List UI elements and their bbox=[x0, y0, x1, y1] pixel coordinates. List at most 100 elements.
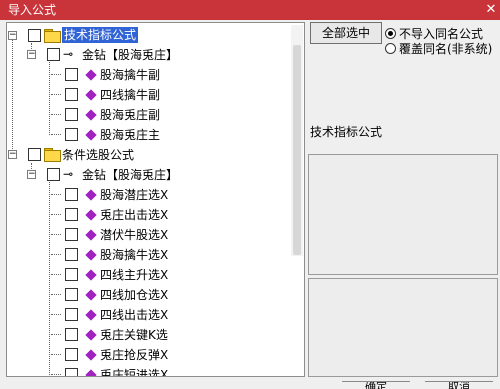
tree-leaf-label[interactable]: 股海潜庄选X bbox=[100, 187, 168, 203]
formula-type-label: 技术指标公式 bbox=[310, 125, 383, 139]
radio-label: 覆盖同名(非系统) bbox=[399, 42, 493, 56]
tree-leaf[interactable]: 四线加仓选X bbox=[7, 285, 292, 305]
import-formula-dialog: 导入公式 ✕ − 技术指标公式 − ⊸ 金钻【股海兎庄】 股海擒牛副 四线擒牛副… bbox=[0, 0, 500, 389]
tree-connector bbox=[51, 294, 61, 295]
tree-scrollbar[interactable] bbox=[291, 25, 303, 256]
collapse-icon[interactable]: − bbox=[8, 150, 17, 159]
formula-icon bbox=[85, 369, 97, 376]
tree-leaf[interactable]: 兎庄短进选X bbox=[7, 365, 292, 376]
preview-box bbox=[308, 278, 498, 377]
tree-leaf[interactable]: 四线擒牛副 bbox=[7, 85, 292, 105]
tree-leaf-label[interactable]: 兎庄出击选X bbox=[100, 207, 168, 223]
title-bar: 导入公式 bbox=[0, 0, 500, 20]
tree-checkbox[interactable] bbox=[65, 248, 78, 261]
tree-connector bbox=[51, 134, 61, 135]
close-icon: ✕ bbox=[485, 2, 497, 17]
tree-connector bbox=[51, 114, 61, 115]
tree-node-group[interactable]: − ⊸ 金钻【股海兎庄】 bbox=[7, 165, 292, 185]
formula-icon bbox=[85, 189, 97, 201]
radio-button-selected[interactable] bbox=[385, 28, 396, 39]
formula-icon bbox=[85, 209, 97, 221]
tree-checkbox[interactable] bbox=[47, 168, 60, 181]
tree-checkbox[interactable] bbox=[65, 308, 78, 321]
tree-leaf-label[interactable]: 兎庄抢反弹X bbox=[100, 347, 168, 363]
tree-leaf[interactable]: 股海兎庄副 bbox=[7, 105, 292, 125]
tree-connector bbox=[51, 334, 61, 335]
tree-checkbox[interactable] bbox=[65, 288, 78, 301]
tree-leaf[interactable]: 四线主升选X bbox=[7, 265, 292, 285]
tree-node-label[interactable]: 金钻【股海兎庄】 bbox=[82, 167, 178, 183]
tree-leaf-label[interactable]: 潜伏牛股选X bbox=[100, 227, 168, 243]
formula-icon bbox=[85, 129, 97, 141]
tree-leaf-label[interactable]: 兎庄短进选X bbox=[100, 367, 168, 376]
tree-checkbox[interactable] bbox=[47, 48, 60, 61]
tree-leaf-label[interactable]: 四线主升选X bbox=[100, 267, 168, 283]
tree-leaf[interactable]: 兎庄关键K选 bbox=[7, 325, 292, 345]
tree-leaf[interactable]: 股海擒牛副 bbox=[7, 65, 292, 85]
collapse-icon[interactable]: − bbox=[8, 31, 17, 40]
tree-node-label[interactable]: 技术指标公式 bbox=[62, 27, 139, 43]
tree-leaf-label[interactable]: 兎庄关键K选 bbox=[100, 327, 168, 343]
key-icon: ⊸ bbox=[63, 167, 74, 181]
tree-node-group[interactable]: − ⊸ 金钻【股海兎庄】 bbox=[7, 45, 292, 65]
tree-connector bbox=[51, 94, 61, 95]
tree-node-screening-formulas[interactable]: − 条件选股公式 bbox=[7, 145, 292, 165]
tree-leaf[interactable]: 四线出击选X bbox=[7, 305, 292, 325]
tree-checkbox[interactable] bbox=[65, 368, 78, 376]
tree-leaf[interactable]: 股海兎庄主 bbox=[7, 125, 292, 145]
tree-leaf[interactable]: 潜伏牛股选X bbox=[7, 225, 292, 245]
tree-leaf-label[interactable]: 股海兎庄主 bbox=[100, 127, 160, 143]
ok-button[interactable]: 确定 bbox=[342, 381, 410, 389]
tree-leaf-label[interactable]: 股海擒牛选X bbox=[100, 247, 168, 263]
tree-checkbox[interactable] bbox=[28, 29, 41, 42]
tree-node-label[interactable]: 条件选股公式 bbox=[62, 147, 134, 163]
tree-connector bbox=[51, 354, 61, 355]
tree-connector bbox=[51, 74, 61, 75]
tree-checkbox[interactable] bbox=[65, 68, 78, 81]
tree-leaf[interactable]: 兎庄抢反弹X bbox=[7, 345, 292, 365]
folder-icon bbox=[44, 29, 61, 43]
collapse-icon[interactable]: − bbox=[27, 170, 36, 179]
tree-checkbox[interactable] bbox=[65, 208, 78, 221]
tree-leaf-label[interactable]: 股海兎庄副 bbox=[100, 107, 160, 123]
tree-leaf[interactable]: 股海潜庄选X bbox=[7, 185, 292, 205]
formula-icon bbox=[85, 309, 97, 321]
window-title: 导入公式 bbox=[8, 3, 57, 17]
formula-icon bbox=[85, 349, 97, 361]
tree-leaf[interactable]: 股海擒牛选X bbox=[7, 245, 292, 265]
scrollbar-thumb[interactable] bbox=[293, 45, 301, 255]
formula-icon bbox=[85, 329, 97, 341]
collapse-icon[interactable]: − bbox=[27, 50, 36, 59]
tree-leaf[interactable]: 兎庄出击选X bbox=[7, 205, 292, 225]
tree-leaf-label[interactable]: 股海擒牛副 bbox=[100, 67, 160, 83]
tree-checkbox[interactable] bbox=[28, 148, 41, 161]
description-box bbox=[308, 154, 498, 275]
cancel-button[interactable]: 取消 bbox=[425, 381, 493, 389]
tree-checkbox[interactable] bbox=[65, 188, 78, 201]
formula-tree[interactable]: − 技术指标公式 − ⊸ 金钻【股海兎庄】 股海擒牛副 四线擒牛副 股海兎庄副 … bbox=[6, 22, 305, 377]
tree-connector bbox=[51, 194, 61, 195]
tree-leaf-label[interactable]: 四线出击选X bbox=[100, 307, 168, 323]
tree-checkbox[interactable] bbox=[65, 348, 78, 361]
tree-connector bbox=[51, 214, 61, 215]
tree-leaf-label[interactable]: 四线擒牛副 bbox=[100, 87, 160, 103]
tree-checkbox[interactable] bbox=[65, 128, 78, 141]
tree-leaf-label[interactable]: 四线加仓选X bbox=[100, 287, 168, 303]
tree-checkbox[interactable] bbox=[65, 328, 78, 341]
tree-node-indicator-formulas[interactable]: − 技术指标公式 bbox=[7, 26, 292, 46]
close-button[interactable]: ✕ bbox=[482, 0, 500, 20]
key-icon: ⊸ bbox=[63, 47, 74, 61]
tree-connector bbox=[51, 254, 61, 255]
tree-checkbox[interactable] bbox=[65, 228, 78, 241]
formula-icon bbox=[85, 269, 97, 281]
select-all-button[interactable]: 全部选中 bbox=[310, 22, 382, 44]
formula-icon bbox=[85, 69, 97, 81]
tree-checkbox[interactable] bbox=[65, 108, 78, 121]
tree-checkbox[interactable] bbox=[65, 88, 78, 101]
radio-button[interactable] bbox=[385, 43, 396, 54]
tree-checkbox[interactable] bbox=[65, 268, 78, 281]
tree-node-label[interactable]: 金钻【股海兎庄】 bbox=[82, 47, 178, 63]
formula-icon bbox=[85, 249, 97, 261]
radio-label: 不导入同名公式 bbox=[399, 27, 484, 41]
formula-icon bbox=[85, 89, 97, 101]
